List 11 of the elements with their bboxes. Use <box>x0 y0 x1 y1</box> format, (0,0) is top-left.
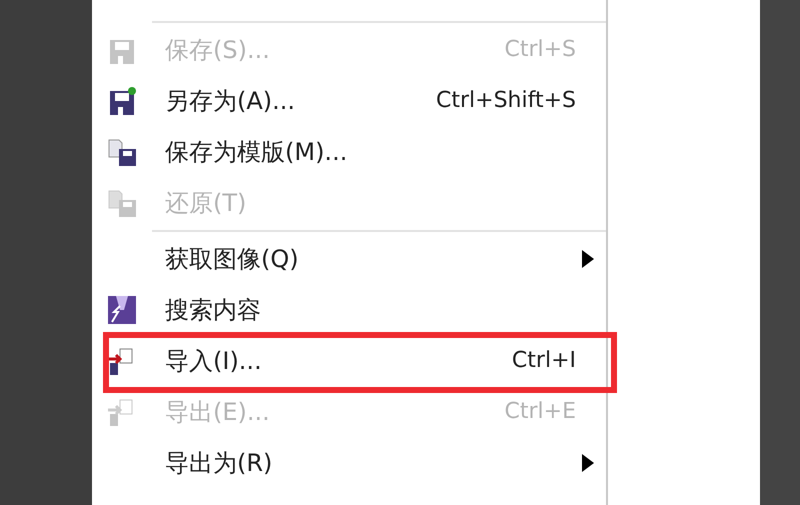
menu-item[interactable]: 另存为(A)... Ctrl+Shift+S <box>152 75 606 126</box>
shortcut-label: Ctrl+I <box>512 347 576 375</box>
shortcut-label: Ctrl+Shift+S <box>436 87 576 115</box>
menu-item[interactable]: 导入(I)... Ctrl+I <box>152 335 606 386</box>
menu-item[interactable]: 导出为(R) <box>152 437 606 488</box>
menu-item[interactable]: 搜索内容 <box>152 284 606 335</box>
menu-item[interactable]: 保存为模版(M)... <box>152 126 606 177</box>
lightning-square-icon <box>106 294 138 326</box>
shortcut-label: Ctrl+S <box>504 36 576 64</box>
menu-item[interactable]: 获取图像(Q) <box>152 233 606 284</box>
shortcut-label: Ctrl+E <box>504 398 576 426</box>
